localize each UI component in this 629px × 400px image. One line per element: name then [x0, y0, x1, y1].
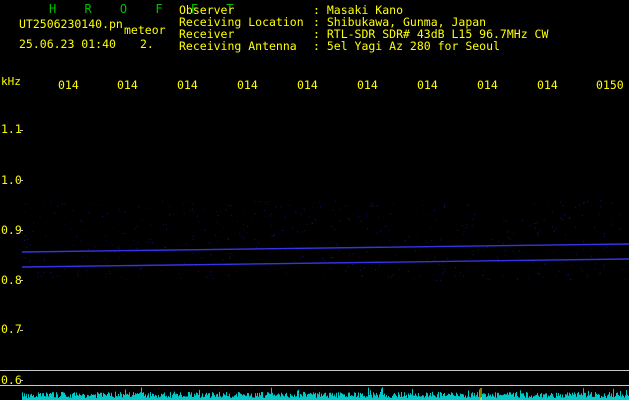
hrofft-spectrogram-window: H R O F F T UT2506230140.pn meteor 25.06… [0, 0, 629, 400]
noise-spectrum [22, 387, 629, 400]
background-noise-specks [22, 200, 626, 281]
spectrogram-plot [21, 200, 629, 400]
signal-trace-2 [21, 258, 629, 268]
